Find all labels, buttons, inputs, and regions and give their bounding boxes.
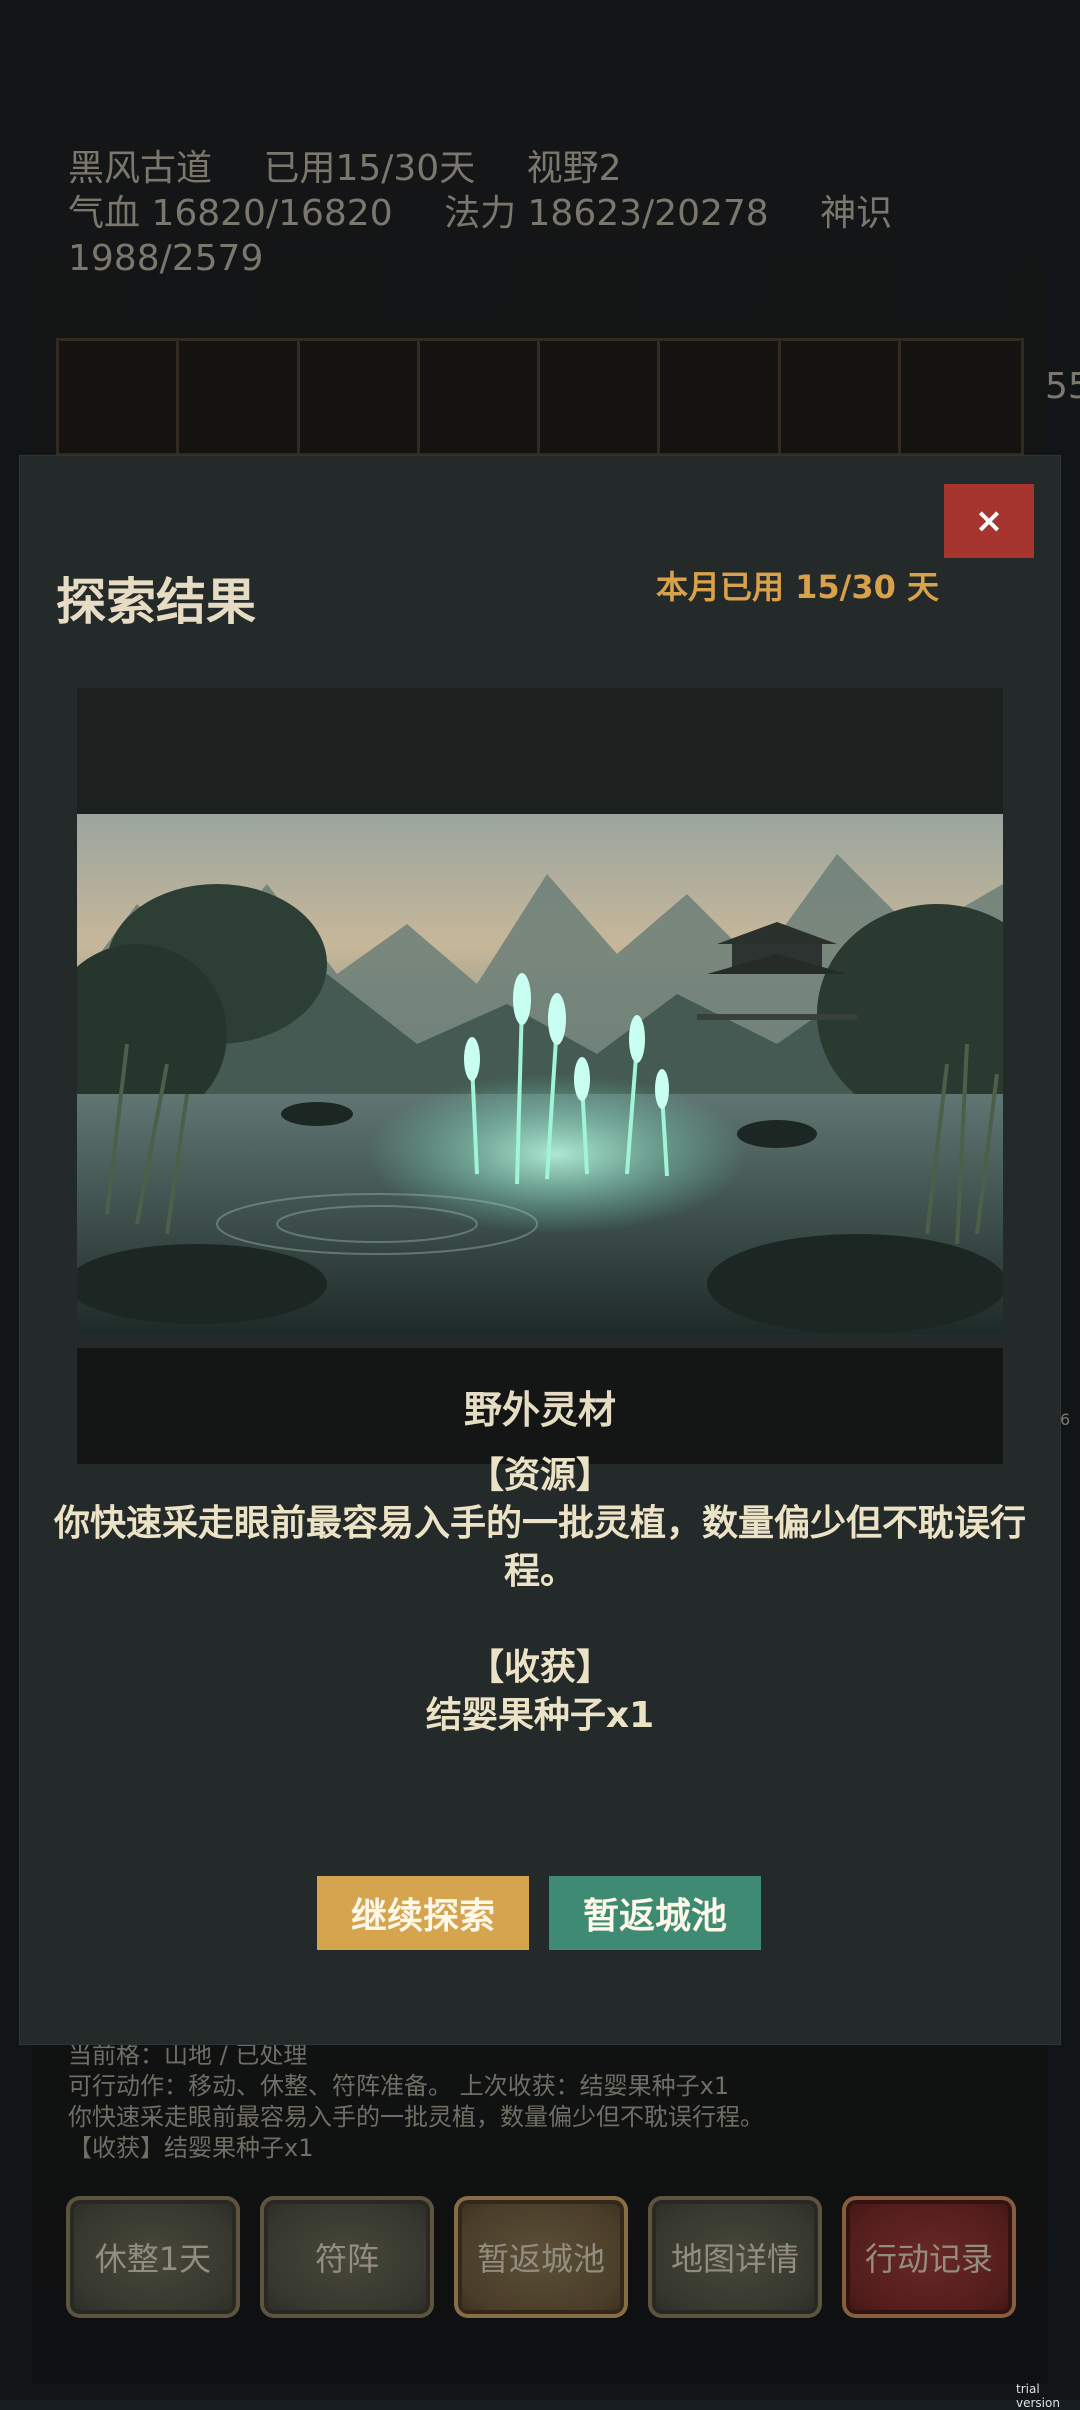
image-header-band (77, 688, 1003, 814)
exploration-result-dialog: × 探索结果 本月已用 15/30 天 野外灵材 【资源】 你快速采走眼前最容易… (20, 456, 1060, 2044)
resource-header: 【资源】 (467, 1455, 612, 1496)
harvest-header: 【收获】 (467, 1647, 612, 1688)
dialog-actions: 继续探索 暂返城池 (317, 1876, 761, 1950)
return-city-dialog-button[interactable]: 暂返城池 (549, 1876, 761, 1950)
image-caption-box: 野外灵材 (77, 1348, 1003, 1464)
image-caption: 野外灵材 (463, 1387, 616, 1432)
watermark: trial version (1016, 2382, 1060, 2410)
month-days-used: 本月已用 15/30 天 (656, 568, 940, 606)
continue-explore-button[interactable]: 继续探索 (317, 1876, 529, 1950)
dialog-title: 探索结果 (56, 573, 256, 631)
result-text: 【资源】 你快速采走眼前最容易入手的一批灵植，数量偏少但不耽误行程。 【收获】 … (40, 1452, 1040, 1740)
close-icon: × (974, 501, 1004, 541)
resource-description: 你快速采走眼前最容易入手的一批灵植，数量偏少但不耽误行程。 (53, 1503, 1026, 1592)
scene-illustration (77, 814, 1003, 1334)
harvest-item: 结婴果种子x1 (425, 1695, 655, 1736)
close-button[interactable]: × (944, 484, 1034, 558)
